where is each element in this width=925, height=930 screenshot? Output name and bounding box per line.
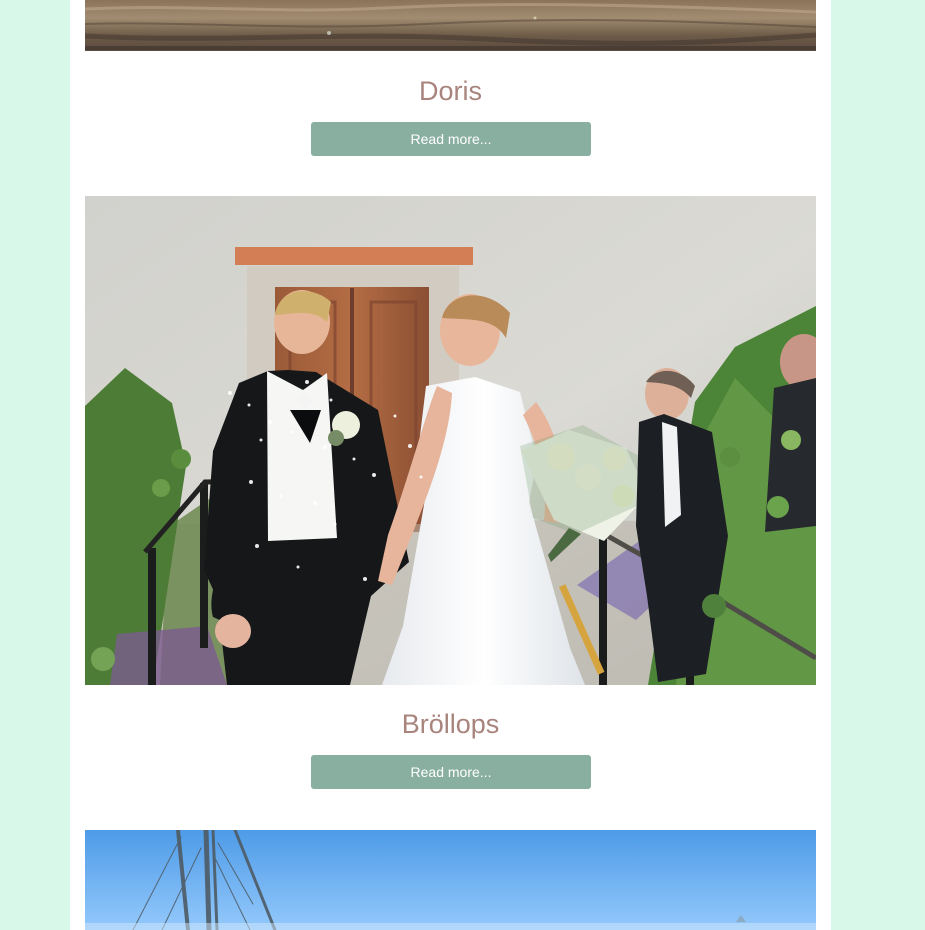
page: Doris Read more... Bröllops Read more... [0, 0, 925, 930]
sailing-boat-photo [85, 830, 816, 930]
card-title-doris: Doris [418, 76, 482, 106]
sailing-image[interactable] [85, 830, 816, 930]
read-more-button-doris[interactable]: Read more... [311, 122, 591, 156]
card-title-brollops: Bröllops [401, 709, 500, 739]
read-more-button-brollops[interactable]: Read more... [311, 755, 591, 789]
wedding-photo [85, 196, 816, 685]
wooden-texture-image [85, 0, 816, 51]
doris-image[interactable] [85, 0, 816, 51]
gallery-content: Doris Read more... Bröllops Read more... [70, 0, 831, 930]
brollops-image[interactable] [85, 196, 816, 685]
